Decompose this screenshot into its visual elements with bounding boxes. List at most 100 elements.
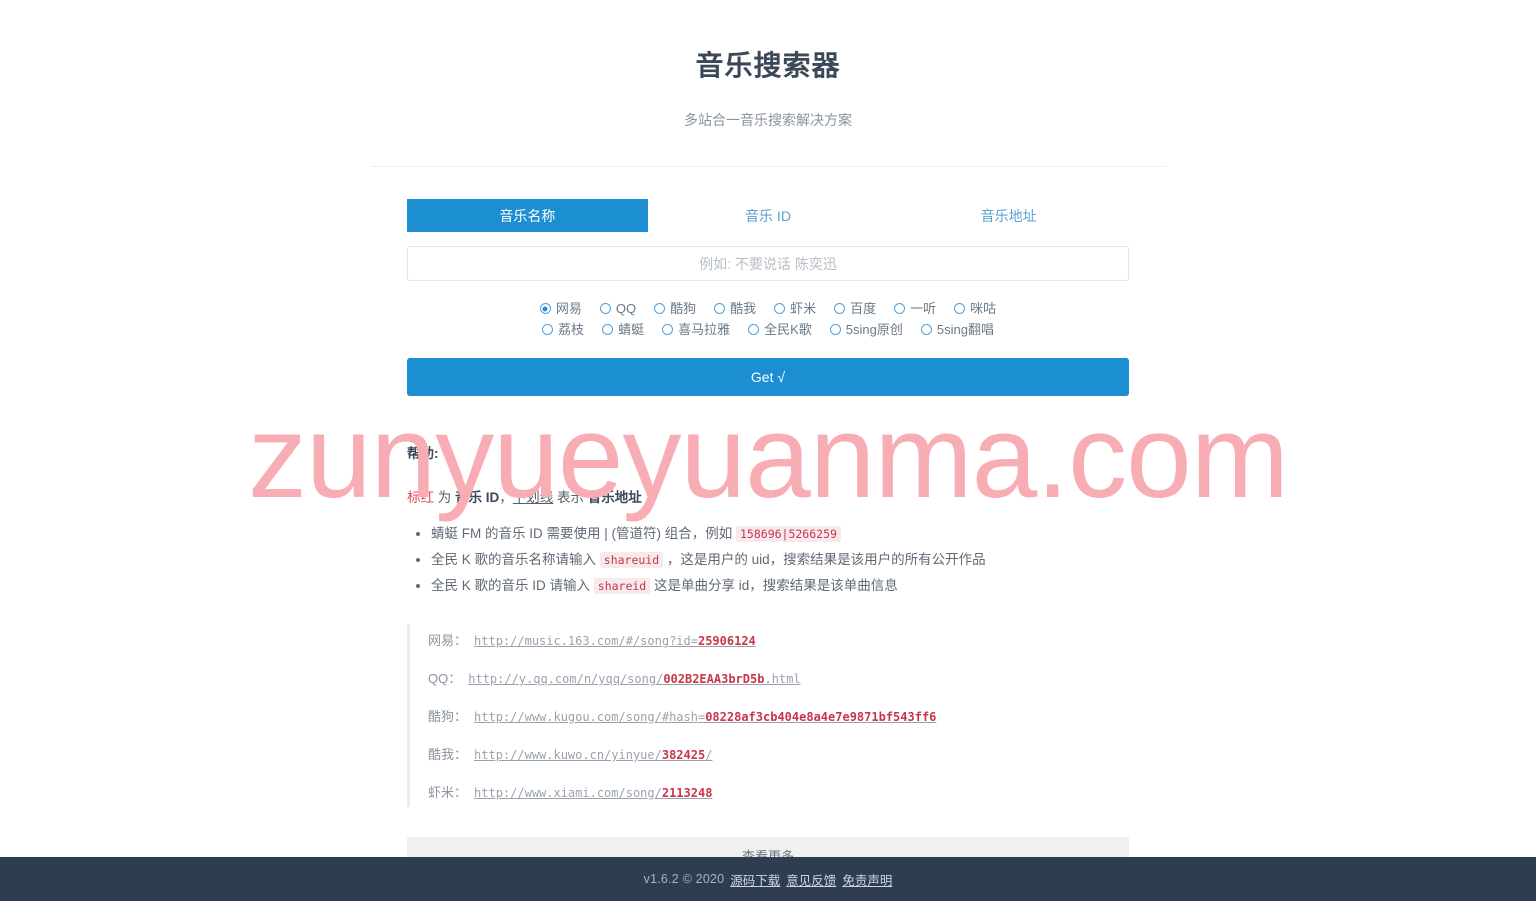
url-id: 2113248 (661, 786, 713, 800)
footer-link-feedback[interactable]: 意见反馈 (786, 870, 836, 889)
url-id: 382425 (661, 748, 706, 762)
source-radio-ximalaya[interactable]: 喜马拉雅 (662, 319, 730, 340)
example-label: 酷我： (428, 747, 468, 762)
radio-unchecked-icon (599, 303, 611, 314)
help-item-code: 158696|5266259 (736, 526, 841, 542)
source-label: 酷我 (730, 301, 757, 316)
source-radio-group: 网易 QQ 酷狗 酷我 虾米 百度 一听 咪咕 荔枝 蜻蜓 喜马拉雅 全民K歌 … (407, 298, 1129, 340)
source-label: 全民K歌 (764, 322, 812, 337)
radio-unchecked-icon (714, 303, 726, 314)
search-mode-tabs: 音乐名称 音乐 ID 音乐地址 (407, 199, 1129, 232)
url-prefix: http://www.kuwo.cn/yinyue/ (474, 748, 662, 762)
help-lead-red: 标红 (407, 490, 434, 505)
footer-link-disclaimer[interactable]: 免责声明 (842, 870, 892, 889)
example-label: 酷狗： (428, 709, 468, 724)
example-row-qq: QQ： http://y.qq.com/n/yqq/song/002B2EAA3b… (428, 668, 1129, 687)
page-title: 音乐搜索器 (695, 50, 841, 81)
search-input[interactable] (407, 246, 1129, 281)
source-radio-yiting[interactable]: 一听 (894, 298, 936, 319)
example-row-kuwo: 酷我： http://www.kuwo.cn/yinyue/382425/ (428, 744, 1129, 763)
source-radio-netease[interactable]: 网易 (539, 298, 582, 319)
source-radio-5sing-cover[interactable]: 5sing翻唱 (920, 319, 994, 340)
radio-unchecked-icon (774, 303, 786, 314)
example-label: 网易： (428, 633, 468, 648)
source-radio-qq[interactable]: QQ (599, 298, 637, 319)
footer-link-source-download[interactable]: 源码下载 (730, 870, 780, 889)
url-id: 25906124 (697, 634, 756, 648)
example-row-netease: 网易： http://music.163.com/#/song?id=259061… (428, 630, 1129, 649)
example-label: 虾米： (428, 785, 468, 800)
help-item-code: shareid (593, 578, 651, 594)
example-row-kugou: 酷狗： http://www.kugou.com/song/#hash=08228… (428, 706, 1129, 725)
help-title: 帮助: (407, 446, 439, 461)
source-radio-qingting[interactable]: 蜻蜓 (602, 319, 644, 340)
example-url[interactable]: http://www.kugou.com/song/#hash=08228af3… (474, 710, 936, 724)
source-label: 咪咕 (970, 301, 997, 316)
help-lead-bold2: 音乐地址 (587, 490, 642, 505)
source-radio-quanminkge[interactable]: 全民K歌 (748, 319, 812, 340)
radio-unchecked-icon (920, 324, 932, 335)
source-label: 酷狗 (670, 301, 697, 316)
help-item-post: 这是单曲分享 id，搜索结果是该单曲信息 (650, 578, 898, 593)
help-list-item: 蜻蜓 FM 的音乐 ID 需要使用 | (管道符) 组合，例如 158696|5… (431, 524, 1129, 544)
url-suffix: .html (764, 672, 801, 686)
url-prefix: http://music.163.com/#/song?id= (474, 634, 698, 648)
example-url[interactable]: http://y.qq.com/n/yqq/song/002B2EAA3brD5… (468, 672, 800, 686)
source-radio-row-2: 荔枝 蜻蜓 喜马拉雅 全民K歌 5sing原创 5sing翻唱 (407, 319, 1129, 340)
tab-music-id[interactable]: 音乐 ID (648, 199, 889, 232)
source-radio-lizhi[interactable]: 荔枝 (542, 319, 584, 340)
help-list: 蜻蜓 FM 的音乐 ID 需要使用 | (管道符) 组合，例如 158696|5… (407, 524, 1129, 596)
source-label: 5sing原创 (845, 322, 903, 337)
source-label: 虾米 (790, 301, 817, 316)
radio-unchecked-icon (954, 303, 966, 314)
source-label: 喜马拉雅 (678, 322, 731, 337)
example-url[interactable]: http://music.163.com/#/song?id=25906124 (474, 634, 756, 648)
radio-unchecked-icon (834, 303, 846, 314)
source-label: 百度 (850, 301, 877, 316)
example-url[interactable]: http://www.xiami.com/song/2113248 (474, 786, 712, 800)
source-label: 蜻蜓 (618, 322, 645, 337)
source-radio-xiami[interactable]: 虾米 (774, 298, 816, 319)
source-label: 网易 (555, 301, 582, 316)
source-radio-5sing-original[interactable]: 5sing原创 (829, 319, 903, 340)
radio-unchecked-icon (654, 303, 666, 314)
source-radio-kuwo[interactable]: 酷我 (714, 298, 756, 319)
example-url[interactable]: http://www.kuwo.cn/yinyue/382425/ (474, 748, 712, 762)
help-item-pre: 全民 K 歌的音乐 ID 请输入 (431, 578, 594, 593)
radio-unchecked-icon (542, 324, 554, 335)
url-id: 08228af3cb404e8a4e7e9871bf543ff6 (705, 710, 937, 724)
source-label: 一听 (910, 301, 937, 316)
source-radio-kugou[interactable]: 酷狗 (654, 298, 696, 319)
page-header: 音乐搜索器 多站合一音乐搜索解决方案 (0, 0, 1536, 167)
help-lead: 标红 为 音乐 ID，下划线 表示 音乐地址 (407, 486, 1129, 506)
tab-music-name[interactable]: 音乐名称 (407, 199, 648, 232)
help-section: 帮助: 标红 为 音乐 ID，下划线 表示 音乐地址 蜻蜓 FM 的音乐 ID … (407, 442, 1129, 596)
help-item-pre: 全民 K 歌的音乐名称请输入 (431, 552, 600, 567)
help-lead-bold1: 音乐 ID (455, 490, 500, 505)
help-list-item: 全民 K 歌的音乐名称请输入 shareuid ，这是用户的 uid，搜索结果是… (431, 550, 1129, 570)
url-prefix: http://www.xiami.com/song/ (474, 786, 662, 800)
page-root: 音乐搜索器 多站合一音乐搜索解决方案 音乐名称 音乐 ID 音乐地址 网易 QQ (0, 0, 1536, 901)
radio-unchecked-icon (662, 324, 674, 335)
radio-unchecked-icon (829, 324, 841, 335)
source-radio-migu[interactable]: 咪咕 (954, 298, 996, 319)
get-button[interactable]: Get √ (407, 358, 1129, 396)
url-prefix: http://www.kugou.com/song/#hash= (474, 710, 706, 724)
footer-version: v1.6.2 © 2020 (643, 872, 725, 886)
source-label: 荔枝 (558, 322, 585, 337)
source-label: 5sing翻唱 (936, 322, 994, 337)
url-id: 002B2EAA3brD5b (663, 672, 765, 686)
url-suffix: / (705, 748, 713, 762)
help-item-post: ，这是用户的 uid，搜索结果是该用户的所有公开作品 (663, 552, 986, 567)
radio-unchecked-icon (894, 303, 906, 314)
help-lead-underline: 下划线 (512, 490, 554, 505)
example-url-list: 网易： http://music.163.com/#/song?id=259061… (407, 624, 1129, 807)
help-item-code: shareuid (599, 552, 664, 568)
help-lead-mid3: 表示 (553, 490, 588, 505)
help-item-pre: 蜻蜓 FM 的音乐 ID 需要使用 | (管道符) 组合，例如 (431, 526, 736, 541)
source-label: QQ (615, 301, 637, 316)
source-radio-baidu[interactable]: 百度 (834, 298, 876, 319)
example-label: QQ： (428, 671, 462, 686)
tab-music-url[interactable]: 音乐地址 (888, 199, 1129, 232)
example-row-xiami: 虾米： http://www.xiami.com/song/2113248 (428, 782, 1129, 801)
